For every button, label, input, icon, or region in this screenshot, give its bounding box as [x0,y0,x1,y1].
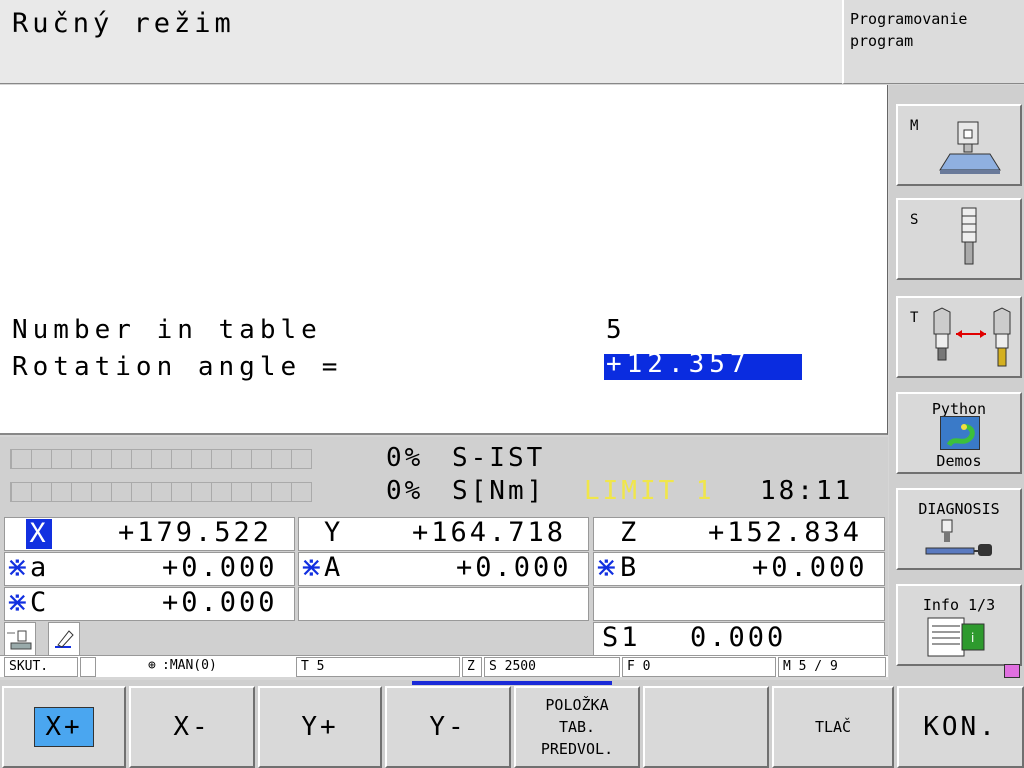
feed-info: F 0 [622,657,776,677]
y-axis-value: +164.718 [412,517,567,548]
end-label: KON. [923,712,998,742]
b-axis-label: B [620,552,640,583]
b-axis-value: +0.000 [752,552,868,583]
a-small-axis-value: +0.000 [162,552,278,583]
y-minus-softkey[interactable]: Y- [385,686,511,768]
diagnosis-softkey[interactable]: DIAGNOSIS [896,488,1022,570]
spindle-speed-info: S 2500 [484,657,620,677]
print-softkey[interactable]: TLAČ [772,686,894,768]
edit-icon [55,630,74,648]
c-axis-value: +0.000 [162,587,278,618]
x-plus-softkey[interactable]: X+ [2,686,126,768]
rotary-axis-icon: ⋇ [6,587,32,618]
a-small-axis-label: a [30,552,50,583]
rotation-angle-input[interactable]: +12.357 [604,349,802,380]
position-type: SKUT. [4,657,78,677]
preset-table-label: POLOŽKA TAB. PREDVOL. [540,696,614,758]
x-plus-label: X+ [34,707,94,747]
dialog-area [0,85,888,435]
status-flag-icon [1004,664,1020,678]
info-softkey[interactable]: Info 1/3 i [896,584,1022,666]
spindle-load-bar-1 [10,449,312,469]
x-axis-label: X [26,519,52,549]
target-icon: ⊕ [148,658,156,673]
y-plus-softkey[interactable]: Y+ [258,686,382,768]
tool-change-icon [933,307,1011,367]
t-letter: T [910,310,919,326]
a-axis-label: A [324,552,344,583]
tool-info: T 5 [296,657,460,677]
svg-text:i: i [971,631,974,645]
y-axis-label: Y [324,517,344,548]
x-minus-softkey[interactable]: X- [129,686,255,768]
manual-mode-info: :MAN(0) [162,658,217,673]
programming-mode-button[interactable]: Programovanie program [842,0,1024,84]
y-minus-label: Y- [429,712,467,742]
x-minus-label: X- [173,712,211,742]
rotary-axis-icon: ⋇ [595,552,621,583]
diagnosis-icon [925,519,992,556]
rotary-axis-icon: ⋇ [300,552,326,583]
spindle-icon [961,207,977,265]
empty-position-cell [298,587,589,621]
s-letter: S [910,212,919,228]
s-function-softkey[interactable]: S [896,198,1022,280]
status-line2-pct: 0% [386,476,424,506]
python-demos-softkey[interactable]: Python Demos [896,392,1022,474]
python-logo-icon [940,416,980,450]
pen-icon-cell [48,622,80,656]
header-bar: Ručný režim [0,0,842,84]
machine-tool-icon [7,630,32,650]
m-letter: M [910,118,919,134]
info-label: Info 1/3 [922,596,996,614]
x-axis-value: +179.522 [118,517,273,548]
mode-title: Ručný režim [12,8,235,39]
info-document-icon: i [927,617,985,657]
rotation-angle-label: Rotation angle = [12,352,343,382]
print-label: TLAČ [814,718,852,736]
z-axis-label: Z [620,517,640,548]
status-line1-label: S-IST [452,443,546,473]
mode-line-1: Programovanie [850,10,968,28]
number-in-table-value: 5 [606,315,627,345]
c-axis-label: C [30,587,50,618]
a-axis-value: +0.000 [456,552,572,583]
y-plus-label: Y+ [301,712,339,742]
empty-position-cell [593,587,885,621]
m-function-softkey[interactable]: M [896,104,1022,186]
spindle-load-bar-2 [10,482,312,502]
t-function-softkey[interactable]: T [896,296,1022,378]
rotation-angle-value: +12.357 [606,349,751,379]
diagnosis-label: DIAGNOSIS [918,500,1000,518]
clock: 18:11 [760,476,854,506]
spindle-label: S1 [602,622,641,653]
tool-axis-info: Z [462,657,482,677]
z-axis-value: +152.834 [708,517,863,548]
preset-table-softkey[interactable]: POLOŽKA TAB. PREDVOL. [514,686,640,768]
number-in-table-label: Number in table [12,315,322,345]
status-line2-label: S[Nm] [452,476,546,506]
status-line1-pct: 0% [386,443,424,473]
rotary-axis-icon: ⋇ [6,552,32,583]
empty-info [80,657,96,677]
spindle-value: 0.000 [690,622,787,653]
m-function-info: M 5 / 9 [778,657,886,677]
mode-line-2: program [850,32,914,50]
machine-table-icon [939,121,1001,174]
softkey-page-indicator [412,681,612,685]
empty-softkey[interactable] [643,686,769,768]
end-softkey[interactable]: KON. [897,686,1024,768]
python-bottom-label: Demos [936,452,982,470]
tool-icon-cell [4,622,36,656]
limit-indicator: LIMIT 1 [584,476,715,506]
